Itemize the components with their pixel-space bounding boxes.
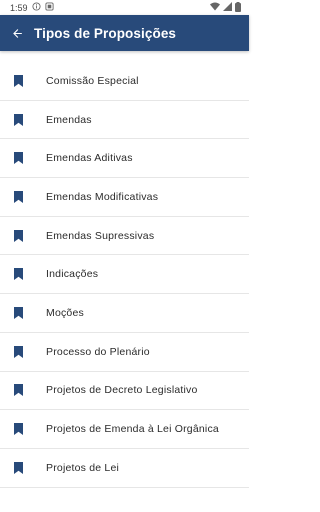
bookmark-icon <box>0 268 46 281</box>
list-item[interactable]: Comissão Especial <box>0 62 249 101</box>
proposition-types-list: Comissão Especial Emendas Emendas Aditivas… <box>0 62 249 488</box>
list-item[interactable]: Emendas Modificativas <box>0 178 249 217</box>
bookmark-icon <box>0 74 46 87</box>
wifi-icon <box>210 2 220 13</box>
bookmark-icon <box>0 113 46 126</box>
signal-icon <box>223 2 232 13</box>
list-item-label: Projetos de Lei <box>46 461 120 474</box>
list-item-label: Emendas Supressivas <box>46 229 155 242</box>
arrow-back-icon <box>12 28 22 38</box>
bookmark-icon <box>0 423 46 436</box>
list-item[interactable]: Emendas <box>0 101 249 140</box>
list-item[interactable]: Indicações <box>0 255 249 295</box>
list-item-label: Emendas <box>46 113 92 126</box>
bookmark-icon <box>0 229 46 242</box>
status-left: 1:59 <box>10 2 54 13</box>
notification-icon <box>44 2 54 13</box>
list-item-label: Projetos de Emenda à Lei Orgânica <box>46 423 219 436</box>
list-item[interactable]: Projetos de Emenda à Lei Orgânica <box>0 410 249 449</box>
list-item[interactable]: Projetos de Decreto Legislativo <box>0 372 249 411</box>
list-item-label: Comissão Especial <box>46 74 139 87</box>
list-item[interactable]: Emendas Aditivas <box>0 139 249 179</box>
info-icon <box>31 2 41 13</box>
bookmark-icon <box>0 152 46 165</box>
list-item[interactable]: Emendas Supressivas <box>0 217 249 256</box>
back-button[interactable] <box>0 15 34 51</box>
bookmark-icon <box>0 190 46 203</box>
bookmark-icon <box>0 384 46 397</box>
battery-icon <box>235 1 241 14</box>
bookmark-icon <box>0 306 46 319</box>
list-item-label: Projetos de Decreto Legislativo <box>46 384 198 397</box>
list-item[interactable]: Processo do Plenário <box>0 333 249 372</box>
list-item-label: Emendas Modificativas <box>46 190 159 203</box>
page-title: Tipos de Proposições <box>34 25 177 41</box>
list-item-label: Emendas Aditivas <box>46 152 133 165</box>
status-right <box>210 1 241 14</box>
status-time: 1:59 <box>10 2 28 13</box>
list-item-label: Indicações <box>46 268 99 281</box>
app-bar: Tipos de Proposições <box>0 15 249 51</box>
bookmark-icon <box>0 345 46 358</box>
bookmark-icon <box>0 461 46 474</box>
list-item[interactable]: Moções <box>0 294 249 333</box>
list-item-label: Processo do Plenário <box>46 345 150 358</box>
status-bar: 1:59 <box>0 0 249 15</box>
list-item-label: Moções <box>46 306 84 319</box>
list-item[interactable]: Projetos de Lei <box>0 449 249 488</box>
